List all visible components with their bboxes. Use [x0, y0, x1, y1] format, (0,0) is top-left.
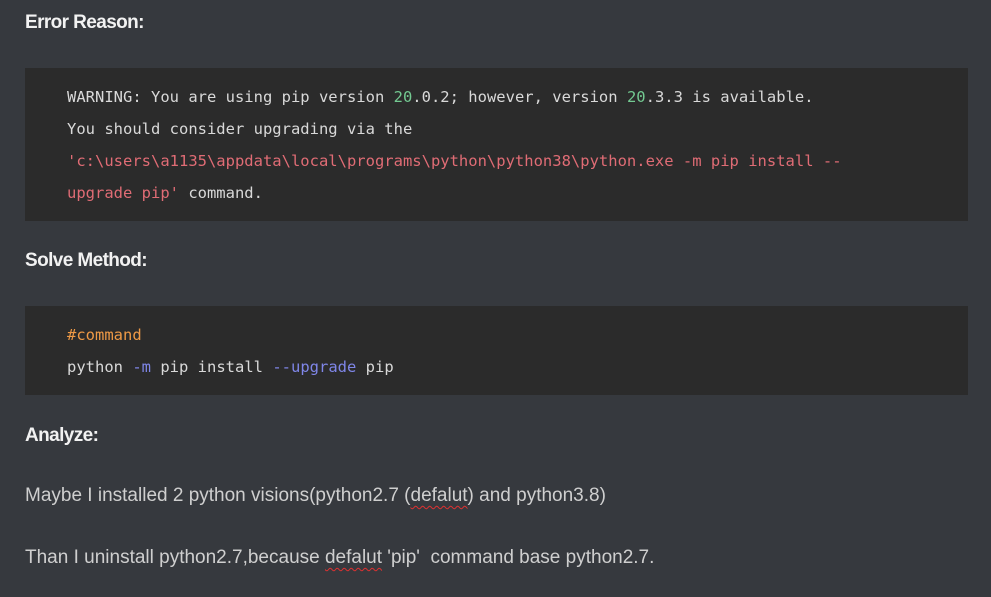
code-flag: -m	[132, 358, 151, 376]
code-text: command.	[178, 184, 263, 202]
analyze-heading: Analyze:	[25, 425, 99, 446]
code-comment: #command	[67, 326, 142, 344]
analyze-paragraph-1: Maybe I installed 2 python visions(pytho…	[25, 484, 606, 508]
code-number: 20	[393, 88, 413, 106]
code-line: You should consider upgrading via the	[67, 116, 968, 148]
code-text: .3.3 is available.	[645, 88, 814, 106]
code-line: upgrade pip' command.	[67, 180, 968, 212]
code-flag: --upgrade	[272, 358, 357, 376]
code-text: WARNING: You are using pip version	[67, 88, 394, 106]
paragraph-text: 'pip' command base python2.7.	[382, 547, 655, 568]
code-text: pip	[356, 358, 394, 376]
code-line: #command	[67, 322, 968, 354]
paragraph-text: Maybe I installed 2 python visions(pytho…	[25, 485, 411, 506]
code-text: pip install	[151, 358, 273, 376]
code-text: .0.2; however, version	[412, 88, 627, 106]
paragraph-text: ) and python3.8)	[467, 485, 606, 506]
code-string: 'c:\users\a1135\appdata\local\programs\p…	[67, 152, 842, 170]
code-text: You should consider upgrading via the	[67, 120, 413, 138]
solve-method-heading: Solve Method:	[25, 250, 148, 271]
error-reason-heading: Error Reason:	[25, 12, 145, 33]
error-code-block: WARNING: You are using pip version 20.0.…	[25, 68, 968, 221]
code-line: python -m pip install --upgrade pip	[67, 354, 968, 386]
misspelled-word[interactable]: defalut	[325, 547, 382, 568]
code-number: 20	[626, 88, 646, 106]
code-text: python	[67, 358, 133, 376]
analyze-paragraph-2: Than I uninstall python2.7,because defal…	[25, 546, 654, 570]
code-string: upgrade pip'	[67, 184, 179, 202]
misspelled-word[interactable]: defalut	[411, 485, 468, 506]
code-line: 'c:\users\a1135\appdata\local\programs\p…	[67, 148, 968, 180]
paragraph-text: Than I uninstall python2.7,because	[25, 547, 325, 568]
solve-code-block: #command python -m pip install --upgrade…	[25, 306, 968, 395]
code-line: WARNING: You are using pip version 20.0.…	[67, 84, 968, 116]
